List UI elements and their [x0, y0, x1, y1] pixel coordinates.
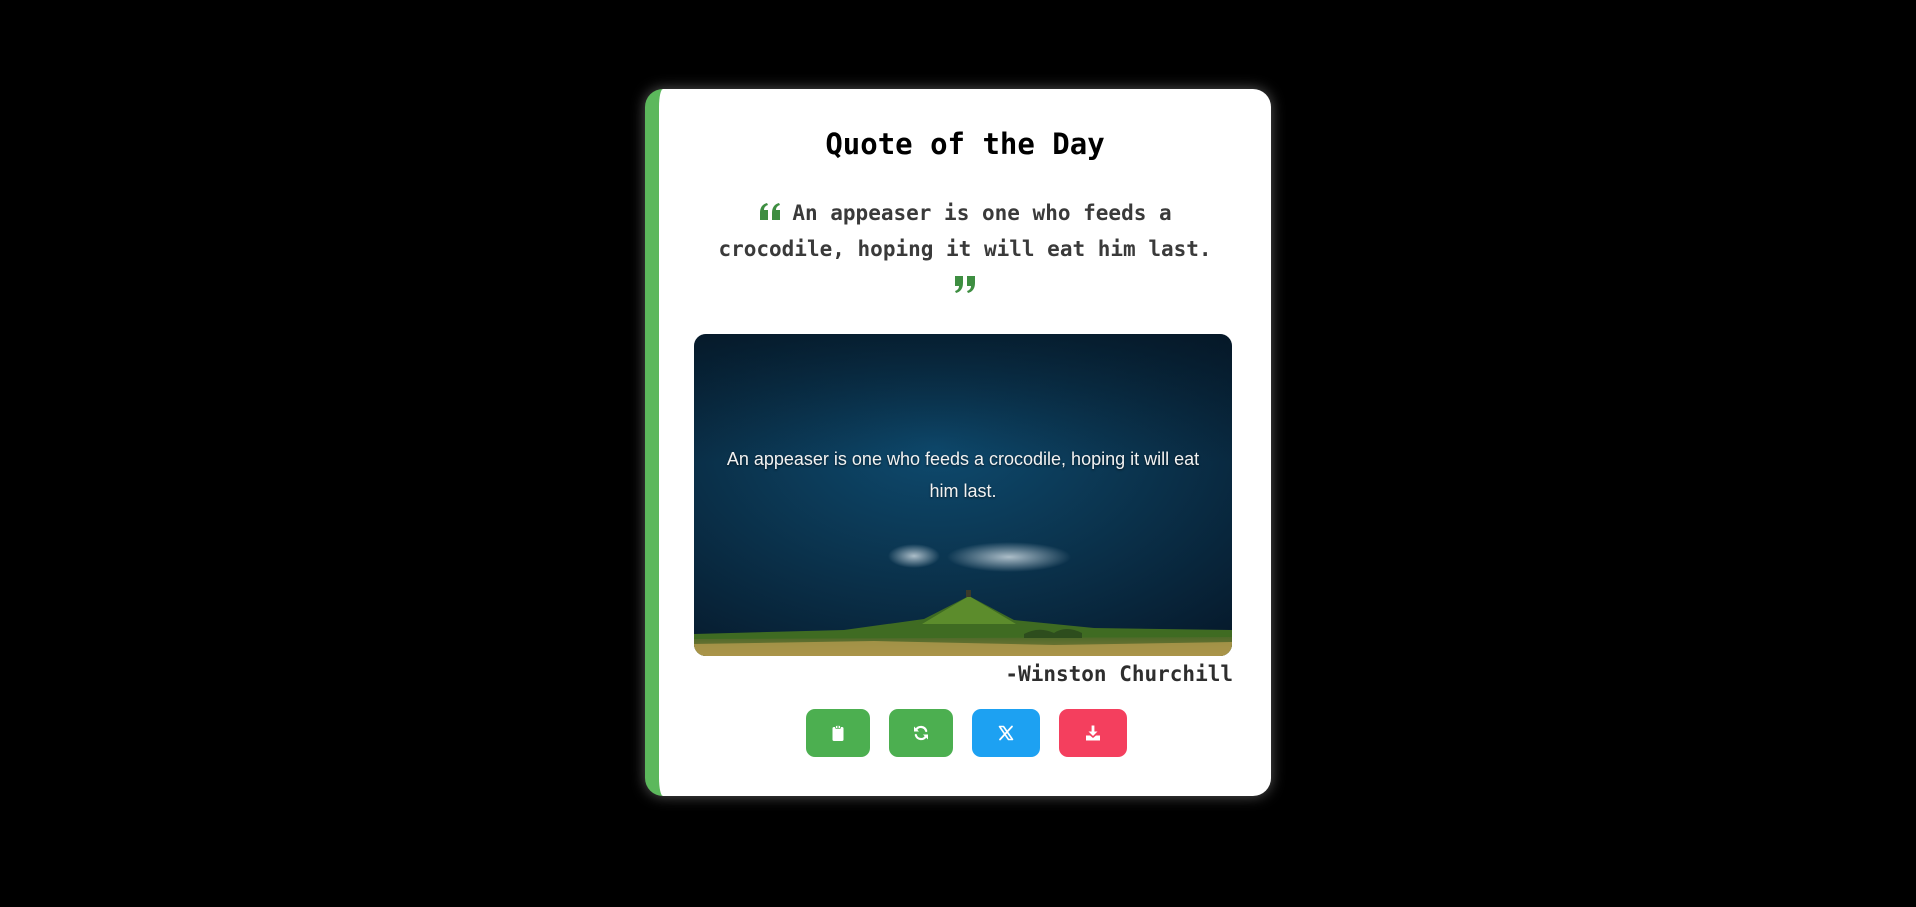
download-icon	[1084, 724, 1102, 742]
action-bar	[659, 709, 1271, 757]
new-quote-button[interactable]	[888, 709, 953, 757]
quote-block: An appeaser is one who feeds a crocodile…	[695, 195, 1235, 303]
download-button[interactable]	[1058, 709, 1127, 757]
clipboard-icon	[829, 724, 847, 742]
image-caption: An appeaser is one who feeds a crocodile…	[726, 449, 1200, 501]
refresh-icon	[912, 724, 930, 742]
x-logo-icon	[997, 724, 1015, 742]
card-title: Quote of the Day	[825, 127, 1105, 161]
copy-button[interactable]	[805, 709, 870, 757]
quote-card: Quote of the Day An appeaser is one who …	[645, 89, 1271, 796]
quote-left-icon	[758, 203, 782, 221]
quote-author: -Winston Churchill	[1005, 662, 1233, 686]
quote-right-icon	[953, 275, 977, 293]
share-x-button[interactable]	[971, 709, 1040, 757]
quote-text: An appeaser is one who feeds a crocodile…	[718, 201, 1212, 261]
quote-image: An appeaser is one who feeds a crocodile…	[694, 334, 1232, 656]
